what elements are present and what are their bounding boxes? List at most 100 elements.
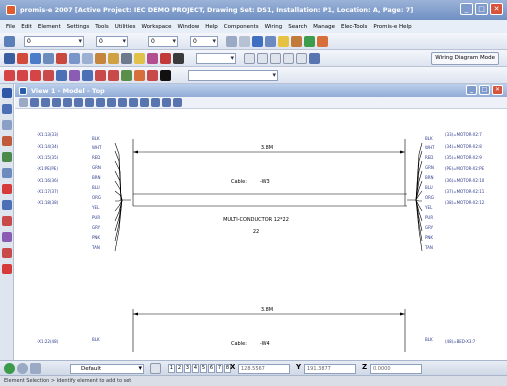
place-component-icon[interactable] [2, 104, 12, 114]
symbol-icon[interactable] [147, 53, 158, 64]
x-cross-icon[interactable] [2, 264, 12, 274]
bridge-icon[interactable] [108, 70, 119, 81]
delete-icon[interactable] [160, 53, 171, 64]
left-terminal-label[interactable]: -X1:22(48) [37, 339, 59, 344]
wire-red-icon[interactable] [4, 70, 15, 81]
insert-terminal-icon[interactable] [283, 53, 294, 64]
right-terminal-label[interactable]: (33)=MOTOR-X2:7 [445, 132, 482, 137]
right-terminal-label[interactable]: (34)=MOTOR-X2:8 [445, 144, 482, 149]
tag-icon[interactable] [291, 36, 302, 47]
camera-icon[interactable] [173, 98, 182, 107]
contact-icon[interactable] [134, 70, 145, 81]
wire-bus-icon[interactable] [30, 70, 41, 81]
undo-icon[interactable] [95, 53, 106, 64]
place-circle-icon[interactable] [2, 152, 12, 162]
line-icon[interactable] [173, 53, 184, 64]
link-icon[interactable] [56, 70, 67, 81]
color-combo[interactable]: 0 [96, 36, 128, 47]
views-icon[interactable] [150, 363, 161, 374]
open-icon[interactable] [17, 53, 28, 64]
view-button-2[interactable]: 2 [176, 364, 183, 373]
y-coordinate-field[interactable]: 191.3877 [304, 364, 356, 374]
level-combo[interactable]: 0 [24, 36, 84, 47]
left-terminal-label[interactable]: -X1:13(33) [37, 132, 59, 137]
menu-components[interactable]: Components [224, 24, 259, 30]
connection-icon[interactable] [69, 70, 80, 81]
redo-icon[interactable] [108, 53, 119, 64]
zoom-out-icon[interactable] [41, 98, 50, 107]
terminal-strip-icon[interactable] [82, 70, 93, 81]
view-next-icon[interactable] [107, 98, 116, 107]
right-terminal-label[interactable]: (36)=MOTOR-X2:10 [445, 178, 485, 183]
menu-settings[interactable]: Settings [67, 24, 90, 30]
priority-icon[interactable] [239, 36, 250, 47]
menu-wiring[interactable]: Wiring [265, 24, 283, 30]
lock-icon[interactable] [30, 363, 41, 374]
trim-icon[interactable] [2, 248, 12, 258]
print-icon[interactable] [43, 53, 54, 64]
menu-element[interactable]: Element [38, 24, 61, 30]
maximize-button[interactable]: □ [475, 3, 488, 15]
insert-connector-icon[interactable] [296, 53, 307, 64]
window-area-icon[interactable] [52, 98, 61, 107]
element-attributes-icon[interactable] [4, 36, 15, 47]
symbol-combo[interactable] [188, 70, 278, 81]
z-coordinate-field[interactable]: 0.0000 [370, 364, 422, 374]
menu-file[interactable]: File [6, 24, 15, 30]
paste-icon[interactable] [82, 53, 93, 64]
snap-icon[interactable] [17, 363, 28, 374]
left-terminal-label[interactable]: -X1:17(37) [37, 189, 59, 194]
grid-icon[interactable] [2, 232, 12, 242]
cut-icon[interactable] [56, 53, 67, 64]
x-coordinate-field[interactable]: 128.5567 [238, 364, 290, 374]
insert-wire-icon[interactable] [257, 53, 268, 64]
menu-workspace[interactable]: Workspace [141, 24, 171, 30]
warning-icon[interactable] [278, 36, 289, 47]
left-terminal-label[interactable]: -X1:18(38) [37, 200, 59, 205]
left-terminal-label[interactable]: -X1:14(34) [37, 144, 59, 149]
menu-help[interactable]: Help [205, 24, 218, 30]
left-terminal-label[interactable]: -X1:15(35) [37, 155, 59, 160]
new-icon[interactable] [4, 53, 15, 64]
style-combo[interactable]: 0 [148, 36, 178, 47]
wire-junction-icon[interactable] [17, 70, 28, 81]
view-attributes-icon[interactable] [19, 98, 28, 107]
model-combo[interactable]: Default [70, 364, 144, 374]
copy-icon[interactable] [69, 53, 80, 64]
view-rotation-icon[interactable] [162, 98, 171, 107]
jumper-icon[interactable] [95, 70, 106, 81]
place-text-icon[interactable] [2, 120, 12, 130]
view-previous-icon[interactable] [96, 98, 105, 107]
zoom-in-icon[interactable] [30, 98, 39, 107]
menu-promis-e-help[interactable]: Promis-e Help [373, 24, 411, 30]
minimize-button[interactable]: _ [460, 3, 473, 15]
view-button-1[interactable]: 1 [168, 364, 175, 373]
wiring-diagram-mode-button[interactable]: Wiring Diagram Mode [431, 52, 499, 65]
weight-combo[interactable]: 0 [190, 36, 218, 47]
class-icon[interactable] [265, 36, 276, 47]
view-maximize-button[interactable]: □ [479, 85, 490, 95]
drawing-canvas[interactable]: -X1:13(33) -X1:14(34) -X1:15(35) -X1:PE(… [15, 109, 507, 352]
view-button-4[interactable]: 4 [192, 364, 199, 373]
save-icon[interactable] [30, 53, 41, 64]
view-button-6[interactable]: 6 [208, 364, 215, 373]
fill-color-icon[interactable] [252, 36, 263, 47]
copy-element-icon[interactable] [2, 216, 12, 226]
schematic-icon[interactable] [317, 36, 328, 47]
menu-manage[interactable]: Manage [313, 24, 335, 30]
view-button-3[interactable]: 3 [184, 364, 191, 373]
left-terminal-label[interactable]: -X1:16(36) [37, 178, 59, 183]
menu-edit[interactable]: Edit [21, 24, 32, 30]
delete-element-icon[interactable] [2, 184, 12, 194]
insert-symbol-icon[interactable] [244, 53, 255, 64]
right-terminal-label[interactable]: (48)=BED-X3:7 [445, 339, 476, 344]
text-icon[interactable] [121, 53, 132, 64]
clip-volume-icon[interactable] [151, 98, 160, 107]
right-terminal-label[interactable]: (PE)=MOTOR-X2:PE [445, 166, 485, 171]
report-icon[interactable] [309, 53, 320, 64]
globe-icon[interactable] [304, 36, 315, 47]
place-line-icon[interactable] [2, 136, 12, 146]
view-button-5[interactable]: 5 [200, 364, 207, 373]
copy-view-icon[interactable] [118, 98, 127, 107]
accudraw-icon[interactable] [4, 363, 15, 374]
